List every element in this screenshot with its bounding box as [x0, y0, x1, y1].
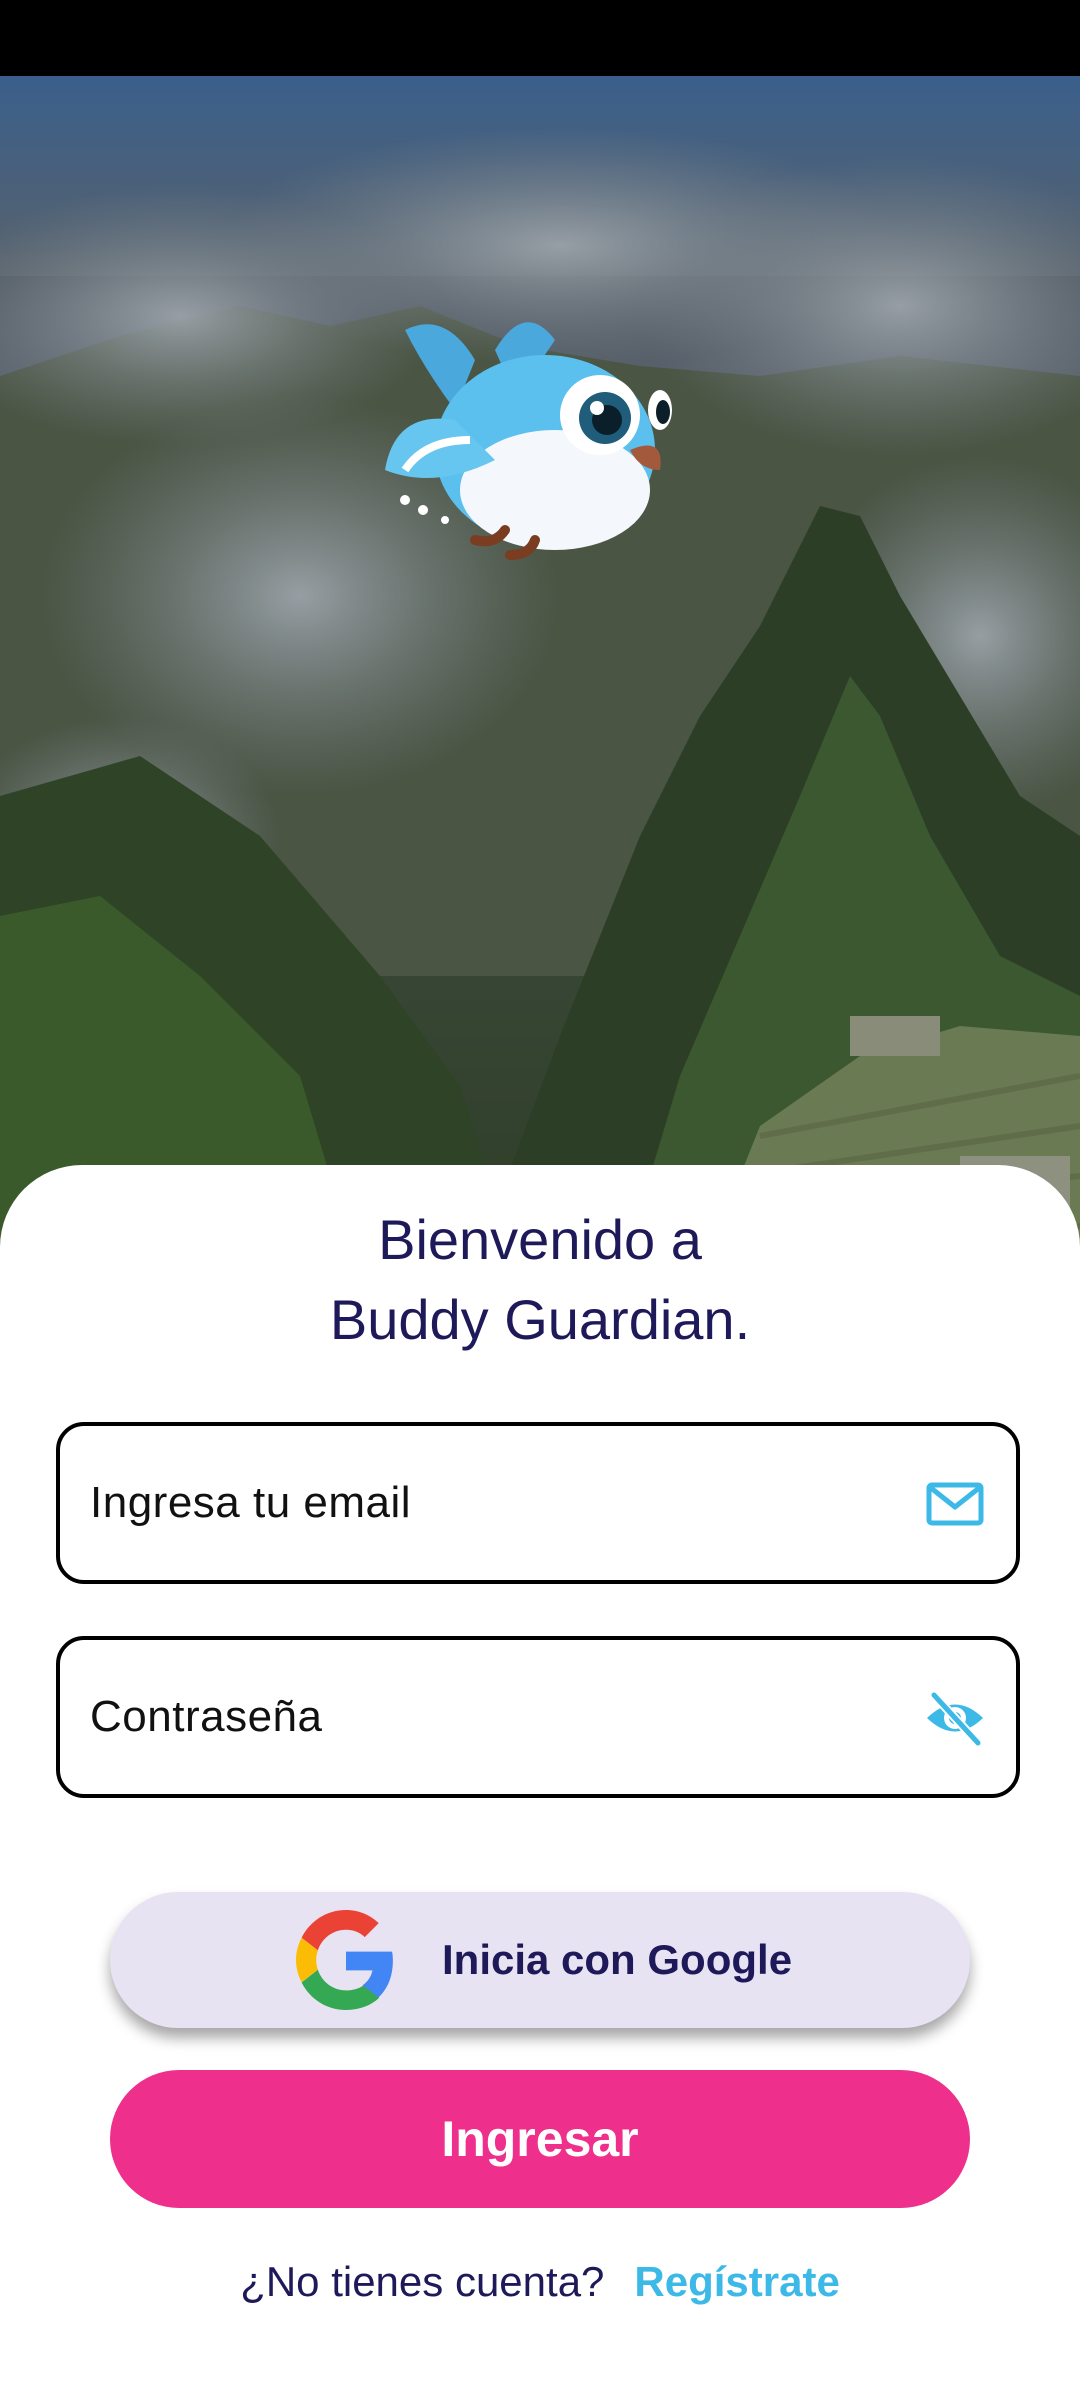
no-account-text: ¿No tienes cuenta? [240, 2258, 605, 2305]
login-button[interactable]: Ingresar [110, 2070, 970, 2208]
password-input[interactable] [90, 1640, 910, 1794]
google-logo-icon [296, 1910, 396, 2010]
email-field[interactable] [56, 1422, 1020, 1584]
hero-background-image [0, 76, 1080, 1276]
password-field[interactable] [56, 1636, 1020, 1798]
status-bar [0, 0, 1080, 76]
register-row: ¿No tienes cuenta? Regístrate [0, 2258, 1080, 2318]
welcome-title: Bienvenido a Buddy Guardian. [0, 1200, 1080, 1360]
mail-icon [924, 1473, 986, 1535]
google-signin-label: Inicia con Google [442, 1936, 793, 1983]
google-signin-button[interactable]: Inicia con Google [110, 1892, 970, 2028]
welcome-line-2: Buddy Guardian. [329, 1288, 751, 1351]
eye-off-icon[interactable] [924, 1687, 986, 1749]
welcome-line-1: Bienvenido a [378, 1208, 702, 1271]
email-input[interactable] [90, 1426, 910, 1580]
bird-mascot-icon [385, 300, 685, 570]
register-link[interactable]: Regístrate [634, 2258, 839, 2305]
